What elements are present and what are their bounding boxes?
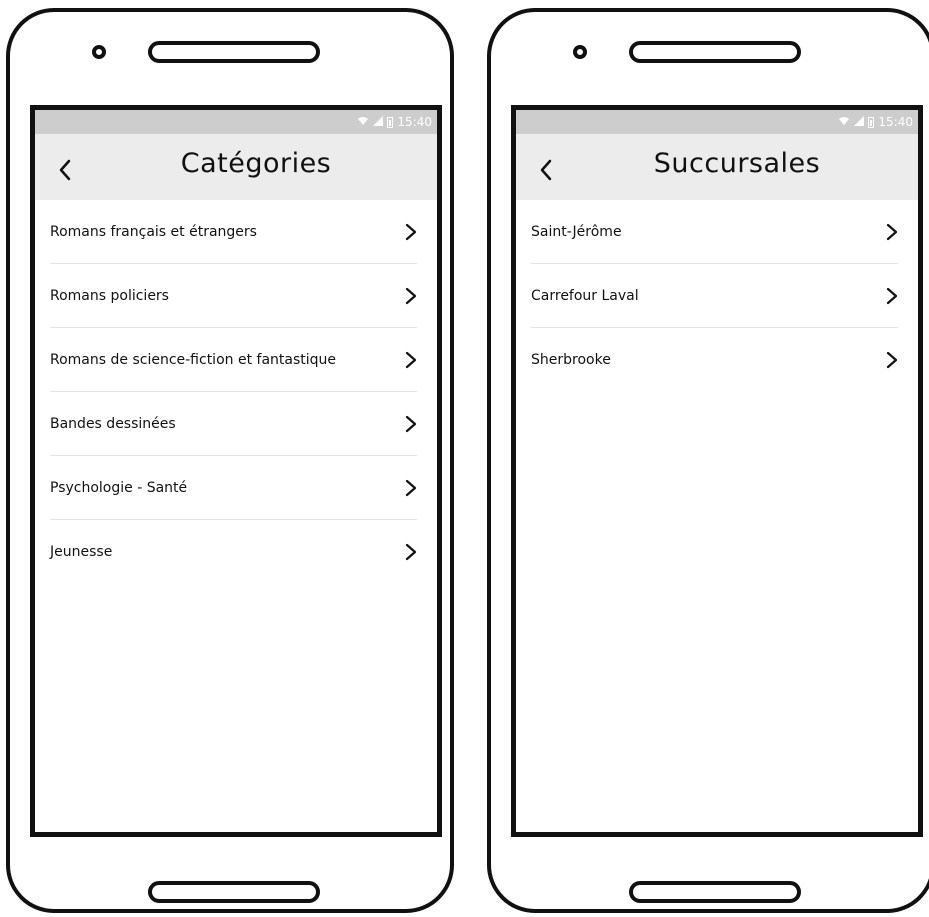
chevron-right-icon [886,223,898,240]
title-bar: Catégories [35,134,437,200]
status-time: 15:40 [878,115,913,129]
list-item-label: Jeunesse [50,544,113,560]
chevron-right-icon [405,351,417,368]
list-item-label: Carrefour Laval [531,287,639,304]
list-item-bandes-dessinees[interactable]: Bandes dessinées [50,392,417,456]
status-bar: 15:40 [35,110,437,134]
list-item-romans-policiers[interactable]: Romans policiers [50,264,417,328]
status-time: 15:40 [397,115,432,129]
battery-icon [387,116,394,128]
chevron-right-icon [886,287,898,304]
list-item-jeunesse[interactable]: Jeunesse [50,520,417,584]
list-item-saint-jerome[interactable]: Saint-Jérôme [531,200,898,264]
page-title: Succursales [653,148,821,179]
list-item-label: Saint-Jérôme [531,223,622,240]
category-list: Romans français et étrangers Romans poli… [35,200,437,584]
chevron-right-icon [886,351,898,369]
list-item-sherbrooke[interactable]: Sherbrooke [531,328,898,392]
chevron-right-icon [405,479,417,496]
branch-list: Saint-Jérôme Carrefour Laval Sherbrooke [516,200,918,392]
list-item-science-fiction[interactable]: Romans de science-fiction et fantastique [50,328,417,392]
status-bar: 15:40 [516,110,918,134]
list-item-psychologie-sante[interactable]: Psychologie - Santé [50,456,417,520]
screen-categories: 15:40 Catégories Romans français et étra… [30,105,442,837]
battery-icon [868,116,875,128]
camera-icon [573,45,587,59]
list-item-label: Romans policiers [50,287,169,304]
back-button[interactable] [49,152,81,188]
speaker-grille [629,41,801,63]
wifi-icon [357,116,369,129]
speaker-grille [148,41,320,63]
chevron-right-icon [405,543,417,561]
list-item-label: Bandes dessinées [50,415,176,432]
phone-frame-categories: 15:40 Catégories Romans français et étra… [6,8,454,913]
wifi-icon [838,116,850,129]
screen-branches: 15:40 Succursales Saint-Jérôme Carrefour… [511,105,923,837]
list-item-label: Romans de science-fiction et fantastique [50,351,337,368]
list-item-label: Romans français et étrangers [50,223,257,240]
chevron-right-icon [405,415,417,432]
home-button[interactable] [629,881,801,903]
signal-icon [373,115,384,129]
phone-frame-branches: 15:40 Succursales Saint-Jérôme Carrefour… [487,8,929,913]
signal-icon [854,115,865,129]
back-arrow-icon [540,159,552,181]
list-item-carrefour-laval[interactable]: Carrefour Laval [531,264,898,328]
back-arrow-icon [59,159,71,181]
chevron-right-icon [405,287,417,304]
camera-icon [92,45,106,59]
title-bar: Succursales [516,134,918,200]
chevron-right-icon [405,223,417,240]
home-button[interactable] [148,881,320,903]
list-item-romans-francais[interactable]: Romans français et étrangers [50,200,417,264]
list-item-label: Sherbrooke [531,352,611,368]
list-item-label: Psychologie - Santé [50,479,188,496]
back-button[interactable] [530,152,562,188]
page-title: Catégories [180,148,332,179]
